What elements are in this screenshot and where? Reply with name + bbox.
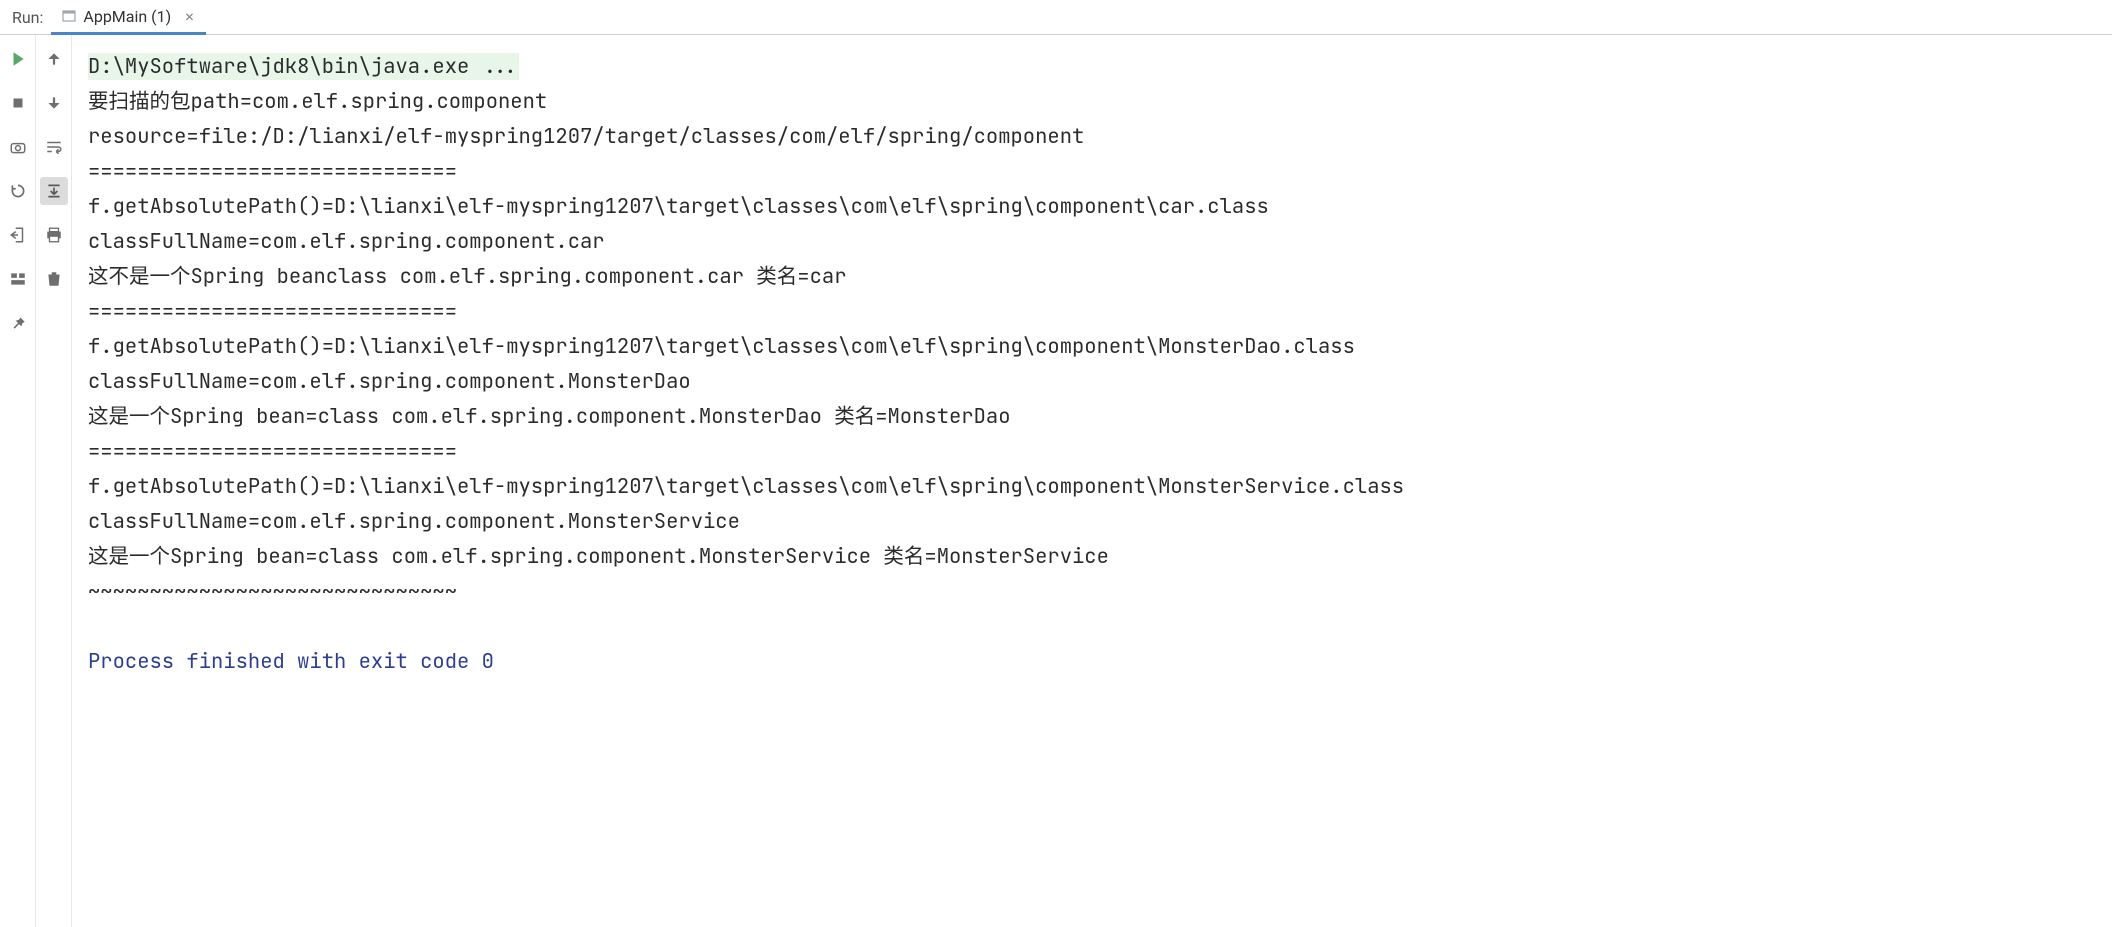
console-line: ============================== <box>88 158 457 185</box>
console-line: 这不是一个Spring beanclass com.elf.spring.com… <box>88 263 847 290</box>
close-icon[interactable]: × <box>183 7 196 26</box>
exit-button[interactable] <box>4 221 32 249</box>
console-line: f.getAbsolutePath()=D:\lianxi\elf-myspri… <box>88 333 1355 360</box>
run-tab-appmain[interactable]: AppMain (1) × <box>51 1 205 35</box>
down-stacktrace-button[interactable] <box>40 89 68 117</box>
soft-wrap-button[interactable] <box>40 133 68 161</box>
console-line: 这是一个Spring bean=class com.elf.spring.com… <box>88 403 1011 430</box>
rerun-button[interactable] <box>4 45 32 73</box>
console-line: classFullName=com.elf.spring.component.c… <box>88 228 605 255</box>
toolbar-secondary <box>36 35 72 927</box>
console-line: 这是一个Spring bean=class com.elf.spring.com… <box>88 543 1109 570</box>
tab-title: AppMain (1) <box>83 7 171 26</box>
run-label: Run: <box>8 8 51 27</box>
console-line: ============================== <box>88 298 457 325</box>
rerun-failed-button[interactable] <box>4 177 32 205</box>
stop-button[interactable] <box>4 89 32 117</box>
scroll-to-end-button[interactable] <box>40 177 68 205</box>
pin-button[interactable] <box>4 309 32 337</box>
console-line: ~~~~~~~~~~~~~~~~~~~~~~~~~~~~~~ <box>88 578 457 605</box>
up-stacktrace-button[interactable] <box>40 45 68 73</box>
console-output[interactable]: D:\MySoftware\jdk8\bin\java.exe ... 要扫描的… <box>72 35 2112 927</box>
run-config-icon <box>61 8 77 24</box>
console-line: classFullName=com.elf.spring.component.M… <box>88 508 740 535</box>
console-line: f.getAbsolutePath()=D:\lianxi\elf-myspri… <box>88 193 1269 220</box>
exit-code-line: Process finished with exit code 0 <box>88 648 494 675</box>
toolbar-primary <box>0 35 36 927</box>
layout-button[interactable] <box>4 265 32 293</box>
console-line: f.getAbsolutePath()=D:\lianxi\elf-myspri… <box>88 473 1404 500</box>
console-line: classFullName=com.elf.spring.component.M… <box>88 368 691 395</box>
clear-all-button[interactable] <box>40 265 68 293</box>
command-line: D:\MySoftware\jdk8\bin\java.exe ... <box>88 53 519 80</box>
run-tab-bar: Run: AppMain (1) × <box>0 0 2112 35</box>
print-button[interactable] <box>40 221 68 249</box>
console-line: ============================== <box>88 438 457 465</box>
console-line: 要扫描的包path=com.elf.spring.component <box>88 88 547 115</box>
console-line: resource=file:/D:/lianxi/elf-myspring120… <box>88 123 1084 150</box>
dump-threads-button[interactable] <box>4 133 32 161</box>
